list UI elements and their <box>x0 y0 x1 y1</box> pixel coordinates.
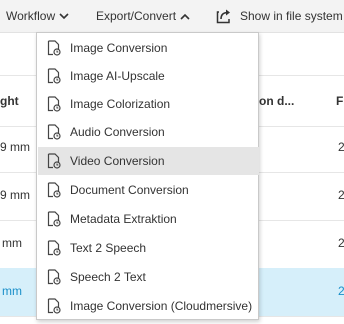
file-convert-icon <box>47 211 61 227</box>
menu-item-image-conversion-cloudmersive[interactable]: Image Conversion (Cloudmersive) <box>38 292 259 320</box>
cell-f: 2 <box>338 236 344 250</box>
menu-item-image-conversion[interactable]: Image Conversion <box>38 34 259 62</box>
app-window: Workflow Export/Convert Show in file sys… <box>0 0 344 324</box>
column-header-height[interactable]: ght <box>0 94 19 108</box>
column-header-f[interactable]: F <box>336 94 343 108</box>
menu-item-label: Document Conversion <box>70 183 189 197</box>
cell-f: 2 <box>338 140 344 154</box>
export-convert-dropdown: Image Conversion Image AI-Upscale Image … <box>36 32 259 320</box>
file-convert-icon <box>47 182 61 198</box>
menu-item-label: Image Conversion <box>70 41 168 55</box>
cell-f: 2 <box>338 284 344 298</box>
menu-item-label: Metadata Extraktion <box>70 212 177 226</box>
menu-item-document-conversion[interactable]: Document Conversion <box>38 176 259 204</box>
menu-item-metadata-extraktion[interactable]: Metadata Extraktion <box>38 205 259 233</box>
file-convert-icon <box>47 96 61 112</box>
menu-item-image-ai-upscale[interactable]: Image AI-Upscale <box>38 62 259 90</box>
file-convert-icon <box>47 240 61 256</box>
menu-item-label: Speech 2 Text <box>70 270 146 284</box>
show-in-file-system-button[interactable]: Show in file system <box>216 0 343 32</box>
workflow-label: Workflow <box>6 9 56 23</box>
toolbar: Workflow Export/Convert Show in file sys… <box>0 0 344 33</box>
chevron-up-icon <box>180 13 190 20</box>
menu-item-audio-conversion[interactable]: Audio Conversion <box>38 118 259 146</box>
column-header-description[interactable]: on d... <box>259 94 294 108</box>
menu-item-label: Audio Conversion <box>70 125 165 139</box>
menu-item-video-conversion[interactable]: Video Conversion <box>38 147 259 175</box>
menu-item-label: Image Colorization <box>70 97 171 111</box>
cell-height: 9 mm <box>0 140 30 154</box>
show-in-file-system-label: Show in file system <box>240 9 343 23</box>
menu-item-speech-2-text[interactable]: Speech 2 Text <box>38 263 259 291</box>
open-external-icon <box>216 8 234 24</box>
cell-height: 9 mm <box>0 188 30 202</box>
export-convert-label: Export/Convert <box>96 9 177 23</box>
cell-height: mm <box>2 284 22 298</box>
cell-height: mm <box>2 236 22 250</box>
menu-item-label: Image Conversion (Cloudmersive) <box>70 299 253 313</box>
menu-item-label: Video Conversion <box>70 154 165 168</box>
menu-item-text-2-speech[interactable]: Text 2 Speech <box>38 234 259 262</box>
file-convert-icon <box>47 153 61 169</box>
file-convert-icon <box>47 298 61 314</box>
file-convert-icon <box>47 40 61 56</box>
menu-item-label: Image AI-Upscale <box>70 69 165 83</box>
file-convert-icon <box>47 68 61 84</box>
cell-f: 2 <box>338 188 344 202</box>
menu-item-label: Text 2 Speech <box>70 241 147 255</box>
file-convert-icon <box>47 269 61 285</box>
workflow-menu-button[interactable]: Workflow <box>6 0 69 32</box>
export-convert-menu-button[interactable]: Export/Convert <box>96 0 190 32</box>
file-convert-icon <box>47 124 61 140</box>
chevron-down-icon <box>59 12 69 20</box>
menu-item-image-colorization[interactable]: Image Colorization <box>38 90 259 118</box>
